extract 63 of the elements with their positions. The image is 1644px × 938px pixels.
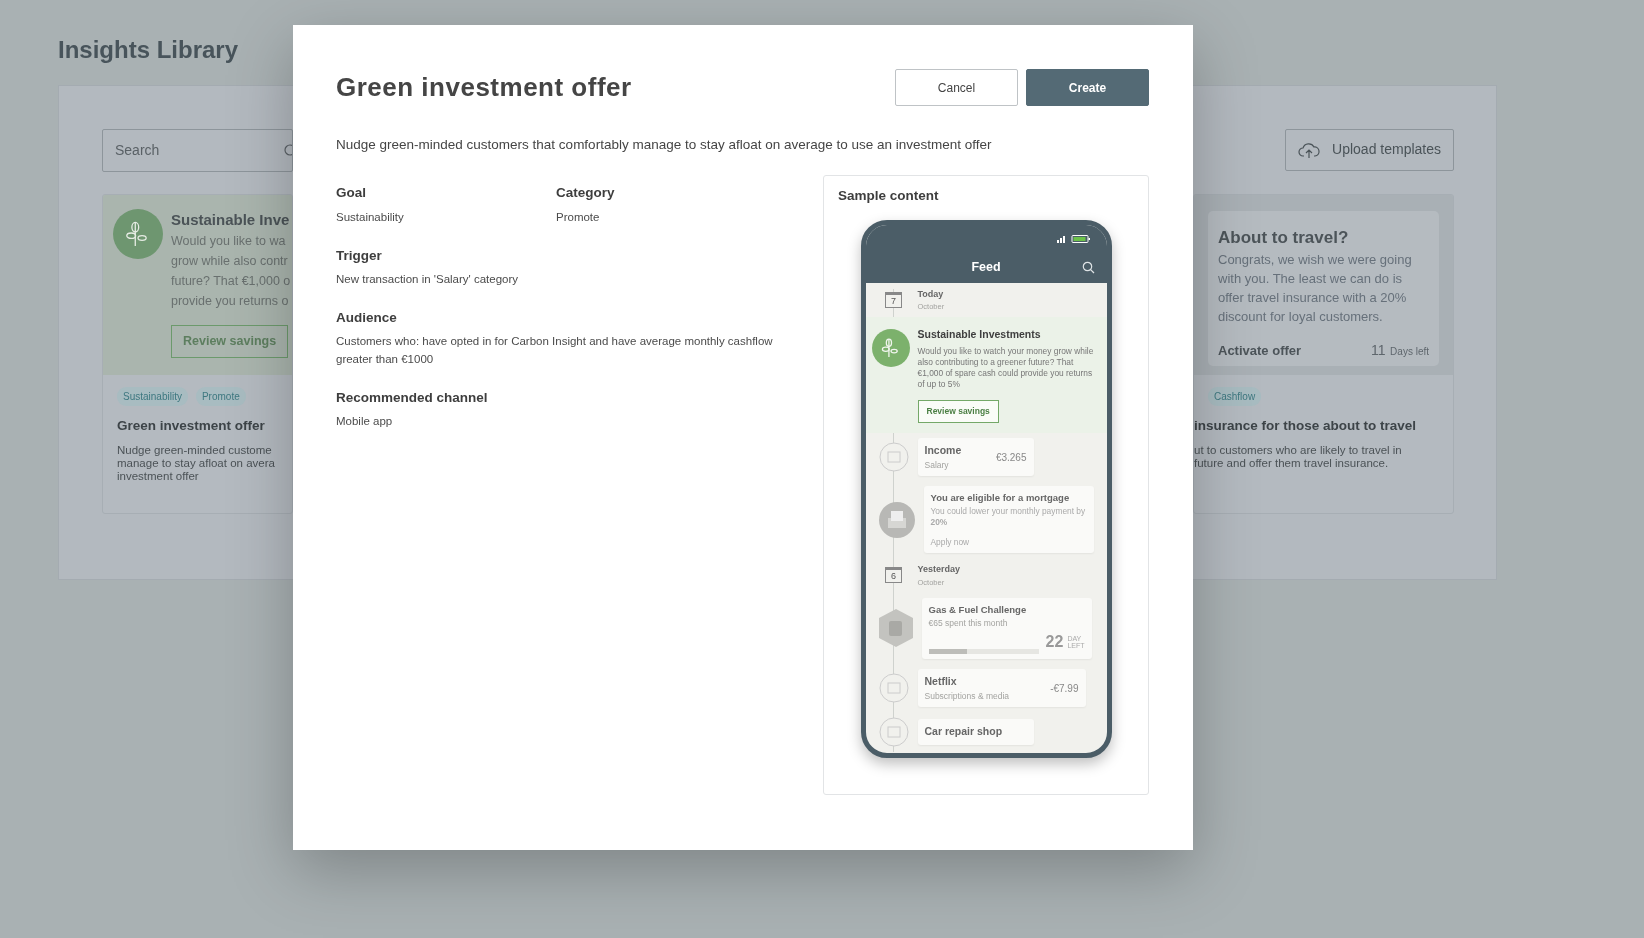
dialog-title: Green investment offer xyxy=(336,71,632,104)
offer-text: You could lower your monthly payment by 20% xyxy=(930,505,1087,528)
field-value: Customers who: have opted in for Carbon Insight and have average monthly cashflow greater than €1000 xyxy=(336,334,774,367)
transaction-amount: -€7.99 xyxy=(1050,681,1079,696)
search-field[interactable]: Search xyxy=(102,128,293,172)
field-label: Recommended channel xyxy=(336,389,488,407)
days-count: 11 xyxy=(1371,342,1386,359)
tag: Cashflow xyxy=(1208,386,1262,406)
cancel-button[interactable]: Cancel xyxy=(895,69,1018,106)
tag: Sustainability xyxy=(117,386,188,406)
preview-text-line: provide you returns o xyxy=(171,293,290,311)
activate-offer-link[interactable]: Activate offer xyxy=(1218,341,1302,361)
transaction-title: Car repair shop xyxy=(924,724,1003,740)
feed-title: Feed xyxy=(971,259,1001,274)
offer-text: Congrats, we wish we were going with you. The least we can do is offer travel insurance with a 20% discount for loyal customers. xyxy=(1218,251,1413,327)
preview-text-line: grow while also contr xyxy=(171,253,289,271)
days-left-label: Days left xyxy=(1390,346,1429,358)
challenge-spent: €65 spent this month xyxy=(928,617,1009,630)
card-title: Green investment offer xyxy=(117,416,266,435)
card-description-line: future and offer them travel insurance. xyxy=(1194,457,1390,471)
card-description-line: manage to stay afloat on avera xyxy=(117,457,276,471)
sample-content-title: Sample content xyxy=(838,187,940,206)
review-savings-button[interactable]: Review savings xyxy=(917,400,999,423)
challenge-title: Gas & Fuel Challenge xyxy=(928,602,1028,617)
calendar-date: 7 xyxy=(885,291,902,308)
offer-title: About to travel? xyxy=(1218,226,1350,249)
preview-title: Sustainable Inve xyxy=(171,209,291,230)
day-title: Today xyxy=(917,287,945,301)
search-placeholder: Search xyxy=(115,140,160,160)
field-label: Trigger xyxy=(336,246,383,265)
card-description-line: investment offer xyxy=(117,470,200,484)
card-description-line: ut to customers who are likely to travel in xyxy=(1194,444,1403,458)
field-label: Audience xyxy=(336,308,398,327)
card-title: insurance for those about to travel xyxy=(1194,416,1418,435)
field-value: Sustainability xyxy=(336,209,405,225)
day-title: Yesterday xyxy=(917,563,961,577)
offer-title: You are eligible for a mortgage xyxy=(930,491,1071,506)
cloud-upload-icon xyxy=(1298,140,1321,159)
preview-text-line: Would you like to wa xyxy=(171,233,287,251)
field-label: Category xyxy=(556,184,616,203)
nudge-title: Sustainable Investments xyxy=(917,327,1042,343)
calendar-date: 6 xyxy=(885,567,902,584)
review-savings-button[interactable]: Review savings xyxy=(171,325,289,359)
upload-button[interactable]: Upload templates xyxy=(1285,128,1454,171)
transaction-category: Subscriptions & media xyxy=(924,689,1010,703)
field-value: Promote xyxy=(556,209,601,225)
field-label: Goal xyxy=(336,184,367,203)
field-value: Mobile app xyxy=(336,414,394,430)
tag: Promote xyxy=(195,386,246,406)
transaction-amount: €3.265 xyxy=(995,450,1027,465)
preview-text-line: future? That €1,000 o xyxy=(171,273,291,291)
transaction-title: Netflix xyxy=(924,673,958,689)
signal-battery-icon xyxy=(1056,234,1091,243)
transaction-title: Income xyxy=(924,442,962,458)
days-count: 22 xyxy=(1045,631,1064,652)
apply-now-link[interactable]: Apply now xyxy=(930,535,1087,549)
transaction-category: Salary xyxy=(924,458,950,472)
create-button[interactable]: Create xyxy=(1026,69,1149,106)
nudge-text: Would you like to watch your money grow while also contributing to a greener future? That €1,000 of spare cash could provide you returns of up to 5% xyxy=(917,346,1095,390)
page-title: Insights Library xyxy=(58,36,240,65)
dialog-description: Nudge green-minded customers that comfortably manage to stay afloat on average to use an investment offer xyxy=(336,136,993,154)
card-description-line: Nudge green-minded custome xyxy=(117,444,273,458)
field-value: New transaction in 'Salary' category xyxy=(336,271,519,287)
